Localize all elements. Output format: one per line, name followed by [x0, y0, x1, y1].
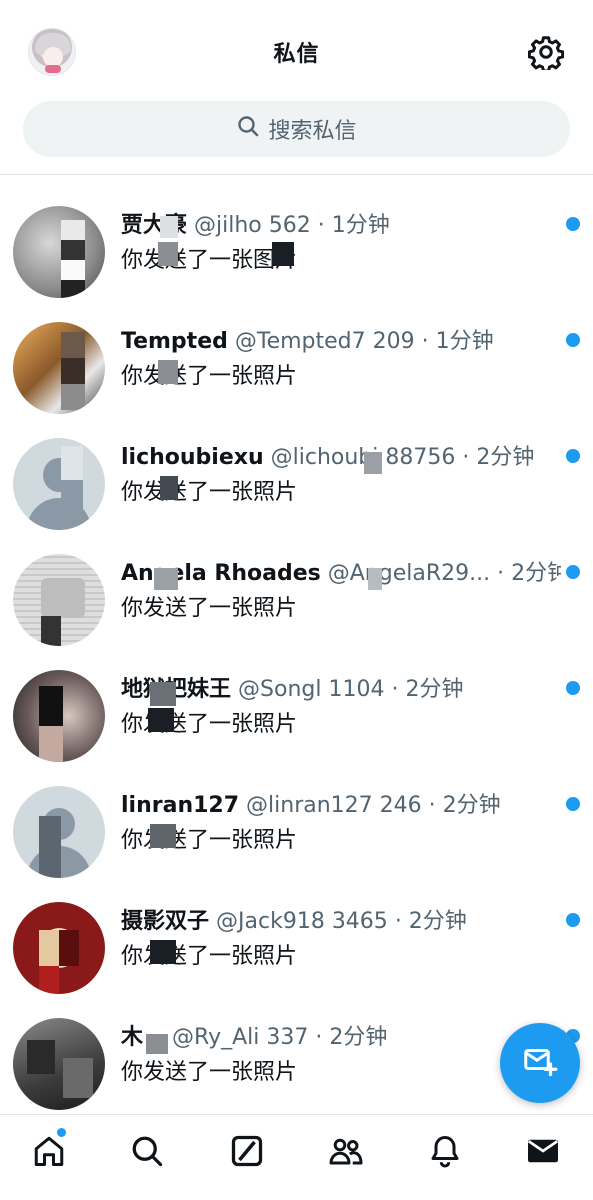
new-message-button[interactable]	[500, 1023, 580, 1103]
conversation-header: linran127 @linran127 246 · 2分钟	[121, 787, 561, 819]
mosaic-block	[160, 476, 178, 500]
timestamp: · 2分钟	[428, 793, 501, 818]
unread-indicator	[566, 449, 580, 463]
message-preview: 你发送了一张照片	[121, 480, 298, 505]
mosaic-block	[272, 242, 294, 266]
conversation-item[interactable]: Angela Rhoades @AngelaR29... · 2分钟 你发送了一…	[0, 538, 593, 654]
mosaic-block	[148, 708, 174, 732]
display-name: linran127	[121, 793, 240, 818]
conversation-header: lichoubiexu @lichoubi 88756 · 2分钟	[121, 439, 561, 471]
gear-icon[interactable]	[527, 34, 565, 73]
message-preview: 你发送了一张照片	[121, 828, 298, 853]
unread-indicator	[566, 913, 580, 927]
mosaic-block	[146, 1034, 168, 1054]
new-message-icon	[522, 1043, 558, 1083]
bottom-tab-bar	[0, 1114, 593, 1200]
communities-icon[interactable]	[328, 1133, 364, 1169]
conversation-header: 摄影双子 @Jack918 3465 · 2分钟	[121, 903, 561, 935]
handle-tail: 1104	[328, 677, 385, 702]
avatar	[13, 786, 105, 878]
mosaic-block	[150, 824, 176, 848]
display-name: Tempted	[121, 329, 228, 354]
search-input[interactable]: 搜索私信	[23, 101, 570, 157]
handle: @Jack918	[216, 909, 325, 934]
handle: @Tempted7	[234, 329, 366, 354]
mosaic-block	[160, 216, 178, 238]
timestamp: · 2分钟	[394, 909, 467, 934]
avatar	[13, 322, 105, 414]
conversation-item[interactable]: 地狱把妹王 @Songl 1104 · 2分钟 你发送了一张照片	[0, 654, 593, 770]
message-preview: 你发送了一张照片	[121, 944, 298, 969]
conversation-header: 地狱把妹王 @Songl 1104 · 2分钟	[121, 671, 561, 703]
display-name: 地狱把妹王	[121, 677, 232, 702]
divider	[0, 174, 593, 175]
notifications-icon[interactable]	[427, 1133, 463, 1169]
handle-tail: 337	[266, 1025, 309, 1050]
home-icon[interactable]	[31, 1133, 67, 1169]
mosaic-block	[364, 452, 382, 474]
grok-icon[interactable]	[229, 1133, 265, 1169]
handle: @jilho	[194, 213, 262, 238]
handle-tail: 562	[268, 213, 311, 238]
avatar	[13, 206, 105, 298]
conversation-item[interactable]: lichoubiexu @lichoubi 88756 · 2分钟 你发送了一张…	[0, 422, 593, 538]
mosaic-block	[158, 360, 178, 384]
handle: @lichoubi	[270, 445, 379, 470]
handle-tail: 3465	[331, 909, 388, 934]
search-icon	[236, 114, 260, 144]
mosaic-block	[158, 242, 178, 266]
timestamp: · 2分钟	[462, 445, 535, 470]
conversation-header: 木 @Ry_Ali 337 · 2分钟	[121, 1019, 561, 1051]
unread-indicator	[566, 681, 580, 695]
message-preview: 你发送了一张照片	[121, 596, 298, 621]
message-preview: 你发送了一张照片	[121, 364, 298, 389]
mosaic-block	[150, 682, 176, 706]
avatar	[13, 670, 105, 762]
avatar	[13, 902, 105, 994]
handle-tail: 246	[379, 793, 422, 818]
timestamp: · 2分钟	[497, 561, 561, 586]
mosaic-block	[154, 568, 178, 590]
handle: @Ry_Ali	[172, 1025, 260, 1050]
conversation-header: 贾大豪 @jilho 562 · 1分钟	[121, 207, 561, 239]
display-name: 摄影双子	[121, 909, 210, 934]
conversation-header: Angela Rhoades @AngelaR29... · 2分钟	[121, 555, 561, 587]
conversation-item[interactable]: 贾大豪 @jilho 562 · 1分钟 你发送了一张图片	[0, 190, 593, 306]
display-name: 木	[121, 1025, 144, 1050]
mosaic-block	[368, 568, 382, 590]
header: 私信	[0, 0, 593, 100]
conversation-item[interactable]: Tempted @Tempted7 209 · 1分钟 你发送了一张照片	[0, 306, 593, 422]
mosaic-block	[150, 940, 176, 964]
message-preview: 你发送了一张照片	[121, 1060, 298, 1085]
avatar	[13, 554, 105, 646]
home-notification-badge	[57, 1128, 66, 1137]
unread-indicator	[566, 333, 580, 347]
unread-indicator	[566, 797, 580, 811]
page-title: 私信	[273, 42, 320, 67]
timestamp: · 1分钟	[421, 329, 494, 354]
avatar	[13, 438, 105, 530]
search-placeholder: 搜索私信	[268, 119, 357, 144]
timestamp: · 1分钟	[317, 213, 390, 238]
timestamp: · 2分钟	[315, 1025, 388, 1050]
unread-indicator	[566, 565, 580, 579]
avatar	[13, 1018, 105, 1110]
unread-indicator	[566, 217, 580, 231]
timestamp: · 2分钟	[391, 677, 464, 702]
display-name: Angela Rhoades	[121, 561, 321, 586]
handle-tail: 209	[372, 329, 415, 354]
search-icon[interactable]	[129, 1133, 165, 1169]
message-preview: 你发送了一张图片	[121, 248, 298, 273]
handle: @Songl	[238, 677, 322, 702]
conversation-header: Tempted @Tempted7 209 · 1分钟	[121, 323, 561, 355]
handle: @linran127	[246, 793, 373, 818]
handle: @AngelaR29...	[327, 561, 491, 586]
display-name: lichoubiexu	[121, 445, 264, 470]
conversation-item[interactable]: linran127 @linran127 246 · 2分钟 你发送了一张照片	[0, 770, 593, 886]
handle-tail: 88756	[385, 445, 456, 470]
conversation-item[interactable]: 摄影双子 @Jack918 3465 · 2分钟 你发送了一张照片	[0, 886, 593, 1002]
messages-icon[interactable]	[525, 1133, 561, 1169]
